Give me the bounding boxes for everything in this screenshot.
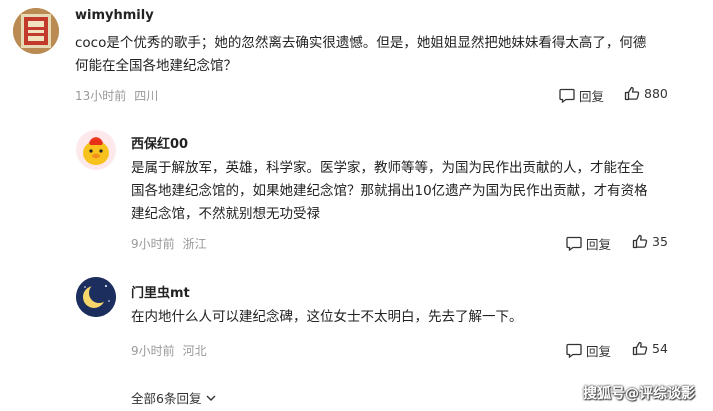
- comment-bubble-icon: [566, 343, 582, 358]
- username[interactable]: 西保红00: [131, 133, 188, 152]
- thumbs-up-icon: [632, 234, 648, 249]
- reply-button[interactable]: 回复: [559, 86, 604, 105]
- like-button[interactable]: 880: [624, 86, 668, 101]
- username[interactable]: 门里虫mt: [131, 282, 190, 301]
- location: 浙江: [182, 237, 207, 251]
- avatar[interactable]: [13, 8, 59, 54]
- reply-label: 回复: [586, 344, 612, 359]
- comment-text-line: 建纪念馆，不然就别想无功受禄: [131, 206, 320, 222]
- comment-text: coco是个优秀的歌手；她的忽然离去确实很遗憾。但是，她姐姐显然把她妹妹看得太高…: [75, 32, 695, 78]
- avatar-image: [76, 130, 116, 170]
- avatar-image: [13, 8, 59, 54]
- show-all-replies-button[interactable]: 全部6条回复: [131, 388, 217, 407]
- like-count: 880: [644, 86, 668, 101]
- comment-meta: 13小时前 四川: [75, 87, 158, 104]
- timestamp: 9小时前: [131, 237, 175, 251]
- username[interactable]: wimyhmily: [75, 8, 154, 23]
- comment-meta: 9小时前 河北: [131, 342, 207, 359]
- reply-button[interactable]: 回复: [566, 341, 611, 360]
- comment-text-line: 何能在全国各地建纪念馆？: [75, 58, 237, 74]
- comment-text: 是属于解放军，英雄，科学家。医学家，教师等等，为国为民作出贡献的人，才能在全 国…: [131, 157, 691, 226]
- reply-label: 回复: [586, 237, 612, 252]
- comment-text-line: 在内地什么人可以建纪念碑，这位女士不太明白，先去了解一下。: [131, 309, 523, 325]
- comment-text-line: 国各地建纪念馆的，如果她建纪念馆？那就捐出10亿遗产为国为民作出贡献，才有资格: [131, 183, 648, 199]
- comment-meta: 9小时前 浙江: [131, 235, 207, 252]
- like-count: 35: [652, 234, 668, 249]
- avatar[interactable]: [76, 277, 116, 317]
- like-button[interactable]: 54: [632, 341, 668, 356]
- location: 四川: [134, 89, 159, 103]
- thumbs-up-icon: [624, 86, 640, 101]
- comment-text-line: coco是个优秀的歌手；她的忽然离去确实很遗憾。但是，她姐姐显然把她妹妹看得太高…: [75, 35, 647, 51]
- comment-text: 在内地什么人可以建纪念碑，这位女士不太明白，先去了解一下。: [131, 306, 691, 329]
- comment-text-line: 是属于解放军，英雄，科学家。医学家，教师等等，为国为民作出贡献的人，才能在全: [131, 160, 644, 176]
- avatar-image: [76, 277, 116, 317]
- timestamp: 13小时前: [75, 89, 127, 103]
- watermark: 搜狐号@评综谈影: [583, 386, 695, 402]
- location: 河北: [182, 344, 207, 358]
- comment-bubble-icon: [559, 88, 575, 103]
- like-count: 54: [652, 341, 668, 356]
- timestamp: 9小时前: [131, 344, 175, 358]
- avatar[interactable]: [76, 130, 116, 170]
- comment-bubble-icon: [566, 236, 582, 251]
- reply-button[interactable]: 回复: [566, 234, 611, 253]
- thumbs-up-icon: [632, 341, 648, 356]
- chevron-down-icon: [206, 395, 216, 401]
- reply-label: 回复: [579, 89, 605, 104]
- like-button[interactable]: 35: [632, 234, 668, 249]
- more-replies-label: 全部6条回复: [131, 391, 202, 406]
